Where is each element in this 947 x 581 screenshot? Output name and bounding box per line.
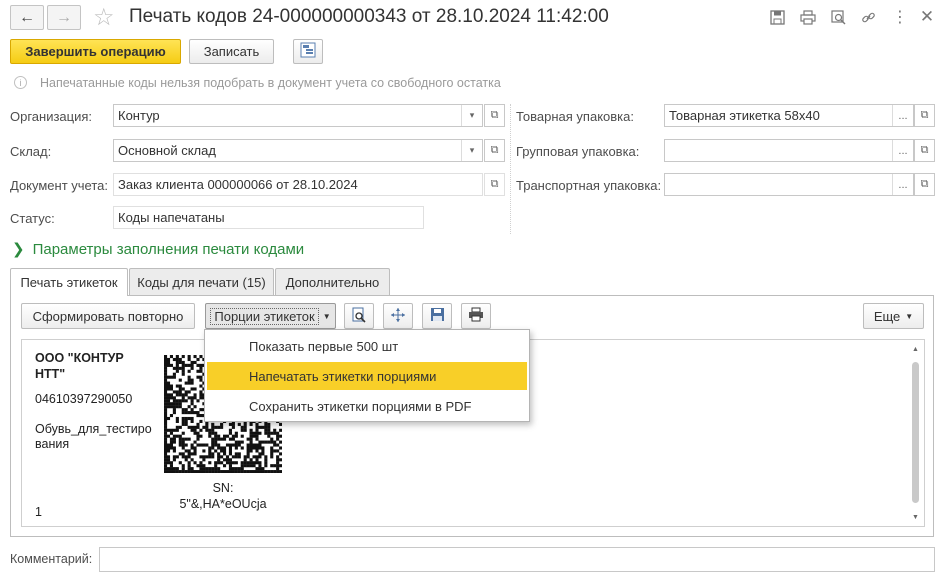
status-label: Статус: bbox=[10, 211, 55, 226]
finish-operation-button[interactable]: Завершить операцию bbox=[10, 39, 181, 64]
product-pack-value: Товарная этикетка 58x40 bbox=[669, 108, 820, 123]
ellipsis-icon[interactable]: ... bbox=[892, 105, 913, 126]
save-file-button[interactable] bbox=[422, 303, 452, 329]
label-product-name-line1: Обувь_для_тестиро bbox=[35, 422, 152, 436]
status-value: Коды напечатаны bbox=[118, 210, 225, 225]
back-button[interactable]: ← bbox=[10, 5, 44, 30]
product-pack-label: Товарная упаковка: bbox=[516, 109, 634, 124]
product-pack-field[interactable]: Товарная этикетка 58x40 ... bbox=[664, 104, 914, 127]
print-button[interactable] bbox=[461, 303, 491, 329]
doc-label: Документ учета: bbox=[10, 178, 109, 193]
open-icon: ⧉ bbox=[920, 109, 929, 121]
comment-field[interactable] bbox=[99, 547, 935, 572]
preview-icon bbox=[351, 307, 367, 326]
menu-item-save-pdf-portions[interactable]: Сохранить этикетки порциями в PDF bbox=[207, 392, 527, 420]
tab-print-labels[interactable]: Печать этикеток bbox=[10, 268, 128, 296]
more-icon[interactable]: ⋮ bbox=[891, 8, 909, 26]
chevron-down-icon: ▼ bbox=[905, 311, 914, 321]
print-icon[interactable] bbox=[799, 8, 817, 26]
doc-value: Заказ клиента 000000066 от 28.10.2024 bbox=[118, 177, 358, 192]
group-pack-label: Групповая упаковка: bbox=[516, 144, 640, 159]
warehouse-value: Основной склад bbox=[118, 143, 216, 158]
move-button[interactable] bbox=[383, 303, 413, 329]
forward-button[interactable]: → bbox=[47, 5, 81, 30]
params-group-toggle[interactable]: ❯ Параметры заполнения печати кодами bbox=[12, 240, 305, 259]
tab-codes-for-print[interactable]: Коды для печати (15) bbox=[129, 268, 274, 295]
more-button[interactable]: Еще ▼ bbox=[863, 303, 924, 329]
menu-item-print-portions[interactable]: Напечатать этикетки порциями bbox=[207, 362, 527, 390]
column-divider bbox=[510, 104, 511, 234]
group-pack-field[interactable]: ... bbox=[664, 139, 914, 162]
more-label: Еще bbox=[873, 308, 901, 324]
regenerate-button[interactable]: Сформировать повторно bbox=[21, 303, 195, 329]
scrollbar[interactable]: ▲ ▼ bbox=[911, 346, 920, 522]
params-link-text: Параметры заполнения печати кодами bbox=[32, 240, 305, 258]
portions-button[interactable]: Порции этикеток ▼ bbox=[205, 303, 336, 329]
label-gtin: 04610397290050 bbox=[35, 392, 133, 406]
org-open-button[interactable]: ⧉ bbox=[484, 104, 505, 127]
open-icon: ⧉ bbox=[490, 144, 499, 156]
label-company-line1: ООО "КОНТУР bbox=[35, 351, 124, 365]
move-icon bbox=[390, 307, 406, 326]
status-field: Коды напечатаны bbox=[113, 206, 424, 229]
open-icon: ⧉ bbox=[920, 144, 929, 156]
open-icon: ⧉ bbox=[920, 178, 929, 190]
open-icon: ⧉ bbox=[490, 178, 499, 190]
link-icon[interactable] bbox=[859, 8, 877, 26]
doc-open-button[interactable]: ⧉ bbox=[484, 173, 505, 196]
info-icon: i bbox=[14, 76, 27, 89]
transport-pack-label: Транспортная упаковка: bbox=[516, 178, 662, 193]
arrow-right-icon: → bbox=[56, 8, 72, 26]
portions-menu: Показать первые 500 шт Напечатать этикет… bbox=[204, 329, 530, 422]
doc-field[interactable]: Заказ клиента 000000066 от 28.10.2024 bbox=[113, 173, 483, 196]
star-icon[interactable]: ☆ bbox=[93, 3, 115, 32]
label-product-name-line2: вания bbox=[35, 437, 70, 451]
transport-pack-field[interactable]: ... bbox=[664, 173, 914, 196]
label-sn-value: 5"&,HA*eOUcja bbox=[179, 497, 267, 511]
arrow-left-icon: ← bbox=[19, 8, 35, 26]
org-value: Контур bbox=[118, 108, 160, 123]
warehouse-label: Склад: bbox=[10, 144, 52, 159]
label-sn-title: SN: bbox=[212, 481, 234, 495]
chevron-down-icon: ▼ bbox=[322, 311, 331, 321]
scroll-down-icon[interactable]: ▼ bbox=[911, 514, 920, 522]
org-field[interactable]: Контур ▾ bbox=[113, 104, 483, 127]
chevron-down-icon[interactable]: ▾ bbox=[461, 105, 482, 126]
label-count: 1 bbox=[35, 505, 42, 519]
transport-pack-open-button[interactable]: ⧉ bbox=[914, 173, 935, 196]
hint-text: Напечатанные коды нельзя подобрать в док… bbox=[40, 76, 501, 90]
warehouse-open-button[interactable]: ⧉ bbox=[484, 139, 505, 162]
warehouse-field[interactable]: Основной склад ▾ bbox=[113, 139, 483, 162]
save-button[interactable]: Записать bbox=[189, 39, 274, 64]
scroll-thumb[interactable] bbox=[912, 362, 919, 503]
preview-button[interactable] bbox=[344, 303, 374, 329]
save-icon[interactable] bbox=[768, 8, 786, 26]
tab-additional[interactable]: Дополнительно bbox=[275, 268, 390, 295]
ellipsis-icon[interactable]: ... bbox=[892, 174, 913, 195]
label-company-line2: НТТ" bbox=[35, 367, 66, 381]
menu-item-show-first-500[interactable]: Показать первые 500 шт bbox=[207, 332, 527, 360]
group-pack-open-button[interactable]: ⧉ bbox=[914, 139, 935, 162]
org-label: Организация: bbox=[10, 109, 93, 124]
comment-label: Комментарий: bbox=[10, 552, 93, 566]
chevron-down-icon[interactable]: ▾ bbox=[461, 140, 482, 161]
page-title: Печать кодов 24-000000000343 от 28.10.20… bbox=[129, 6, 609, 27]
print-icon bbox=[468, 307, 484, 325]
search-icon[interactable] bbox=[829, 8, 847, 26]
ellipsis-icon[interactable]: ... bbox=[892, 140, 913, 161]
scroll-up-icon[interactable]: ▲ bbox=[911, 346, 920, 354]
close-icon[interactable]: ✕ bbox=[918, 7, 936, 26]
structure-button[interactable] bbox=[293, 39, 323, 64]
structure-icon bbox=[300, 42, 316, 61]
product-pack-open-button[interactable]: ⧉ bbox=[914, 104, 935, 127]
open-icon: ⧉ bbox=[490, 109, 499, 121]
portions-label: Порции этикеток bbox=[210, 307, 319, 325]
floppy-icon bbox=[430, 307, 445, 325]
chevron-right-icon: ❯ bbox=[12, 241, 25, 258]
